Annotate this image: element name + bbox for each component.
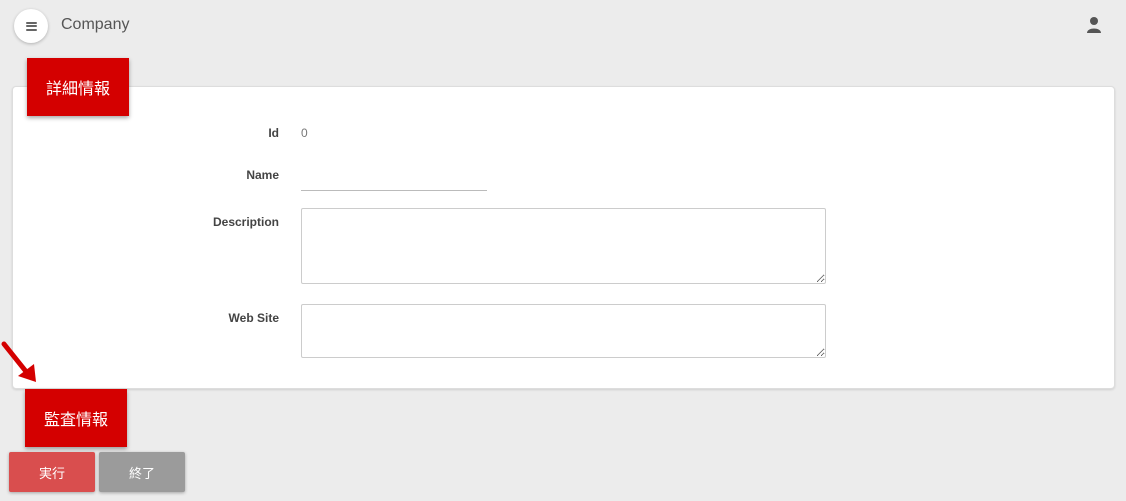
id-value: 0 — [301, 126, 308, 140]
id-label: Id — [268, 126, 279, 140]
detail-section-tab[interactable]: 詳細情報 — [27, 58, 129, 116]
description-label: Description — [212, 215, 279, 229]
name-input[interactable] — [301, 166, 487, 191]
run-button[interactable]: 実行 — [9, 452, 95, 492]
description-textarea[interactable] — [301, 208, 826, 284]
audit-section-tab[interactable]: 監査情報 — [25, 389, 127, 447]
menu-button[interactable] — [14, 9, 48, 43]
menu-icon — [25, 21, 37, 31]
arrow-icon — [1, 341, 36, 382]
top-bar: Company — [0, 0, 1126, 52]
page-title: Company — [61, 16, 130, 33]
website-textarea[interactable] — [301, 304, 826, 358]
name-label: Name — [246, 168, 279, 182]
end-button[interactable]: 終了 — [99, 452, 185, 492]
user-icon[interactable] — [1086, 16, 1102, 34]
website-label: Web Site — [228, 311, 279, 325]
